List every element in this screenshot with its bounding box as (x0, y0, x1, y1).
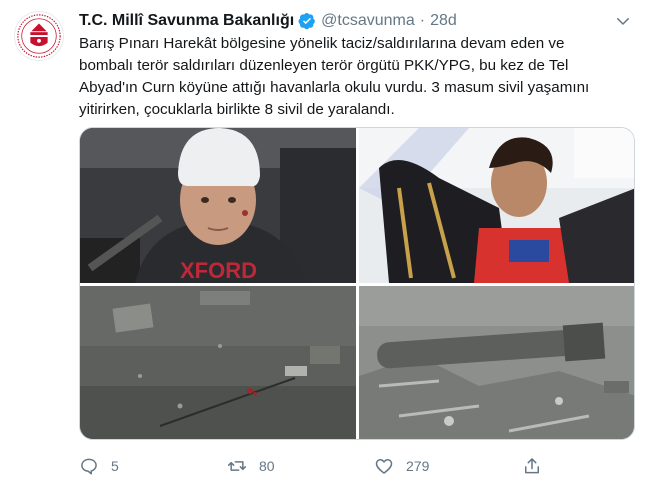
verified-badge-icon (298, 12, 316, 30)
reply-count: 5 (111, 458, 119, 474)
reply-icon (81, 458, 97, 475)
retweet-count: 80 (259, 458, 275, 474)
action-bar: 5 80 279 (79, 456, 639, 480)
account-name[interactable]: T.C. Millî Savunma Bakanlığı (79, 12, 294, 30)
account-handle[interactable]: @tcsavunma (321, 12, 415, 30)
share-icon (525, 458, 539, 474)
photo-mortar-shell[interactable] (359, 286, 634, 439)
retweet-button[interactable]: 80 (227, 456, 275, 476)
share-button[interactable] (522, 456, 542, 476)
photo-child-hospital[interactable] (359, 128, 634, 283)
shirt-print: XFORD (180, 258, 257, 283)
ministry-logo-icon (17, 14, 61, 58)
photo-child-bandaged[interactable]: XFORD (80, 128, 356, 283)
separator-dot: · (419, 12, 426, 29)
retweet-icon (227, 461, 247, 471)
media-grid: XFORD (79, 127, 635, 440)
avatar[interactable] (14, 11, 64, 61)
like-button[interactable]: 279 (374, 456, 429, 476)
chevron-down-icon[interactable] (614, 12, 632, 30)
tweet-card[interactable]: T.C. Millî Savunma Bakanlığı @tcsavunma … (0, 0, 648, 487)
timestamp[interactable]: 28d (430, 12, 457, 30)
photo-debris-floor[interactable] (80, 286, 356, 439)
heart-icon (375, 459, 393, 474)
tweet-text: Barış Pınarı Harekât bölgesine yönelik t… (79, 35, 590, 118)
like-count: 279 (406, 458, 430, 474)
reply-button[interactable]: 5 (79, 456, 119, 476)
tweet-header: T.C. Millî Savunma Bakanlığı @tcsavunma … (79, 10, 457, 32)
